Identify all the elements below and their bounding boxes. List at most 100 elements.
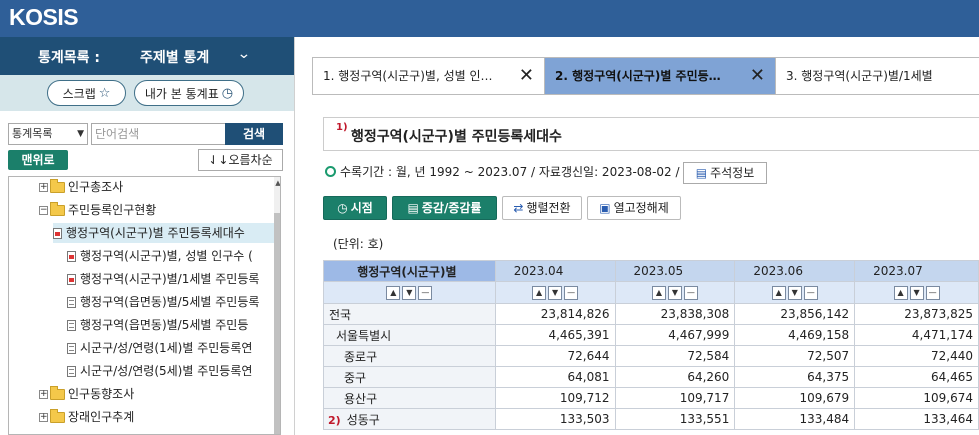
time-point-button[interactable]: ◷ 시점 — [323, 196, 387, 220]
table-cell: 4,467,999 — [614, 324, 736, 346]
column-header: 2023.05 — [614, 260, 736, 282]
search-button[interactable]: 검색 — [225, 123, 283, 145]
divider — [294, 37, 295, 435]
my-stats-button[interactable]: 내가 본 통계표 ◷ — [134, 80, 244, 106]
remove-icon[interactable]: — — [564, 285, 579, 300]
folder-icon — [50, 409, 65, 423]
sort-label: 오름차순 — [228, 153, 273, 167]
scroll-up-icon[interactable]: ▲ — [274, 179, 280, 187]
tree-item-resident-registration[interactable]: − 주민등록인구현황 — [39, 200, 156, 220]
tree-label: 행정구역(시군구)별/1세별 주민등록 — [80, 272, 260, 286]
tab-3[interactable]: 3. 행정구역(시군구)별/1세별 — [775, 57, 979, 95]
table-cell: 133,503 — [494, 408, 616, 430]
row-header: 행정구역(시군구)별 — [323, 260, 496, 282]
go-top-button[interactable]: 맨위로 — [8, 150, 68, 170]
table-cell: 109,717 — [614, 387, 736, 409]
tree-item[interactable]: 행정구역(시군구)별/1세별 주민등록 — [67, 269, 259, 289]
tree-item-selected[interactable]: 행정구역(시군구)별 주민등록세대수 — [53, 223, 274, 243]
table-cell: 72,507 — [734, 345, 856, 367]
column-header: 2023.06 — [734, 260, 856, 282]
move-up-icon[interactable]: ▲ — [771, 285, 786, 300]
remove-icon[interactable]: — — [925, 285, 940, 300]
row-label: 서울특별시 — [323, 324, 496, 346]
tab-2[interactable]: 2. 행정구역(시군구)별 주민등… ✕ — [544, 57, 776, 95]
collapse-icon[interactable]: − — [39, 206, 48, 215]
scrap-button[interactable]: 스크랩 ☆ — [47, 80, 126, 106]
expand-icon[interactable]: + — [39, 390, 48, 399]
tree-item[interactable]: 행정구역(읍면동)별/5세별 주민등록 — [67, 292, 259, 312]
tab-label: 3. 행정구역(시군구)별/1세별 — [786, 69, 933, 83]
time-point-label: 시점 — [350, 201, 373, 215]
move-down-icon[interactable]: ▼ — [787, 285, 802, 300]
tab-1[interactable]: 1. 행정구역(시군구)별, 성별 인… ✕ — [312, 57, 545, 95]
sort-ascending-button[interactable]: ⇃↓오름차순 — [198, 149, 283, 171]
sort-icon: ⇃↓ — [208, 153, 229, 167]
move-up-icon[interactable]: ▲ — [651, 285, 666, 300]
tree-item[interactable]: 시군구/성/연령(1세)별 주민등록연 — [67, 338, 252, 358]
tree-item-population-projection[interactable]: + 장래인구추계 — [39, 407, 134, 427]
table-cell: 72,440 — [854, 345, 979, 367]
change-rate-button[interactable]: ▤ 증감/증감률 — [392, 196, 497, 220]
left-panel: 통계목록 : 주제별 통계 ⌄ 스크랩 ☆ 내가 본 통계표 ◷ 통계목록 ▼ … — [0, 37, 294, 435]
table-cell: 64,260 — [614, 366, 736, 388]
tree-item-census[interactable]: + 인구총조사 — [39, 177, 123, 197]
tree-item[interactable]: 행정구역(시군구)별, 성별 인구수 ( — [67, 246, 253, 266]
table-cell: 4,469,158 — [734, 324, 856, 346]
scrap-label: 스크랩 — [62, 86, 96, 101]
pivot-button[interactable]: ⇄ 행렬전환 — [502, 196, 582, 220]
remove-icon[interactable]: — — [683, 285, 698, 300]
notes-label: 주석정보 — [710, 166, 755, 180]
stats-list-value[interactable]: 주제별 통계 — [140, 47, 209, 67]
tree-label: 주민등록인구현황 — [68, 203, 157, 217]
table-row: 중구 64,081 64,260 64,375 64,465 — [323, 366, 979, 388]
tree-label: 행정구역(읍면동)별/5세별 주민등 — [80, 318, 249, 332]
close-icon[interactable]: ✕ — [750, 58, 765, 94]
tree-item-population-trend[interactable]: + 인구동향조사 — [39, 384, 134, 404]
title-footnote-mark[interactable]: 1) — [336, 122, 348, 133]
unfix-columns-button[interactable]: ▣ 열고정해제 — [587, 196, 681, 220]
table-cell: 23,873,825 — [854, 303, 979, 325]
move-up-icon[interactable]: ▲ — [386, 285, 401, 300]
pivot-label: 행렬전환 — [526, 201, 571, 215]
table-cell: 4,471,174 — [854, 324, 979, 346]
tree-item[interactable]: 행정구역(읍면동)별/5세별 주민등 — [67, 315, 248, 335]
scroll-thumb[interactable] — [274, 213, 280, 434]
search-scope-select[interactable]: 통계목록 ▼ — [8, 123, 88, 145]
table-row: 전국 23,814,826 23,838,308 23,856,142 23,8… — [323, 303, 979, 325]
move-down-icon[interactable]: ▼ — [548, 285, 563, 300]
move-up-icon[interactable]: ▲ — [893, 285, 908, 300]
document-icon — [67, 274, 76, 285]
table-cell: 64,081 — [494, 366, 616, 388]
table-title-box: 1) 행정구역(시군구)별 주민등록세대수 — [323, 117, 979, 151]
notes-button[interactable]: ▤ 주석정보 — [683, 162, 767, 184]
remove-icon[interactable]: — — [803, 285, 818, 300]
tree-item[interactable]: 시군구/성/연령(5세)별 주민등록연 — [67, 361, 252, 381]
expand-icon[interactable]: + — [39, 183, 48, 192]
row-footnote-mark[interactable]: 2) — [328, 414, 341, 427]
document-icon — [53, 228, 62, 239]
document-icon — [67, 366, 76, 377]
unfix-label: 열고정해제 — [613, 201, 669, 215]
kosis-logo[interactable]: KOSIS — [9, 4, 79, 31]
table-cell: 109,674 — [854, 387, 979, 409]
table-cell: 109,712 — [494, 387, 616, 409]
pivot-icon: ⇄ — [513, 201, 524, 215]
remove-icon[interactable]: — — [418, 285, 433, 300]
folder-open-icon — [50, 202, 65, 216]
move-down-icon[interactable]: ▼ — [909, 285, 924, 300]
close-icon[interactable]: ✕ — [519, 58, 534, 94]
move-down-icon[interactable]: ▼ — [667, 285, 682, 300]
tree-scrollbar[interactable]: ▲ — [274, 177, 280, 434]
table-cell: 4,465,391 — [494, 324, 616, 346]
table-cell: 23,856,142 — [734, 303, 856, 325]
chevron-down-icon[interactable]: ⌄ — [237, 46, 251, 62]
move-up-icon[interactable]: ▲ — [532, 285, 547, 300]
table-cell: 133,484 — [734, 408, 856, 430]
table-tabs: 1. 행정구역(시군구)별, 성별 인… ✕ 2. 행정구역(시군구)별 주민등… — [312, 57, 979, 95]
search-input[interactable]: 단어검색 — [91, 123, 228, 145]
tree-label: 인구총조사 — [68, 180, 124, 194]
row-label: 종로구 — [323, 345, 496, 367]
move-down-icon[interactable]: ▼ — [402, 285, 417, 300]
stats-list-header[interactable]: 통계목록 : 주제별 통계 ⌄ — [0, 37, 294, 75]
expand-icon[interactable]: + — [39, 413, 48, 422]
